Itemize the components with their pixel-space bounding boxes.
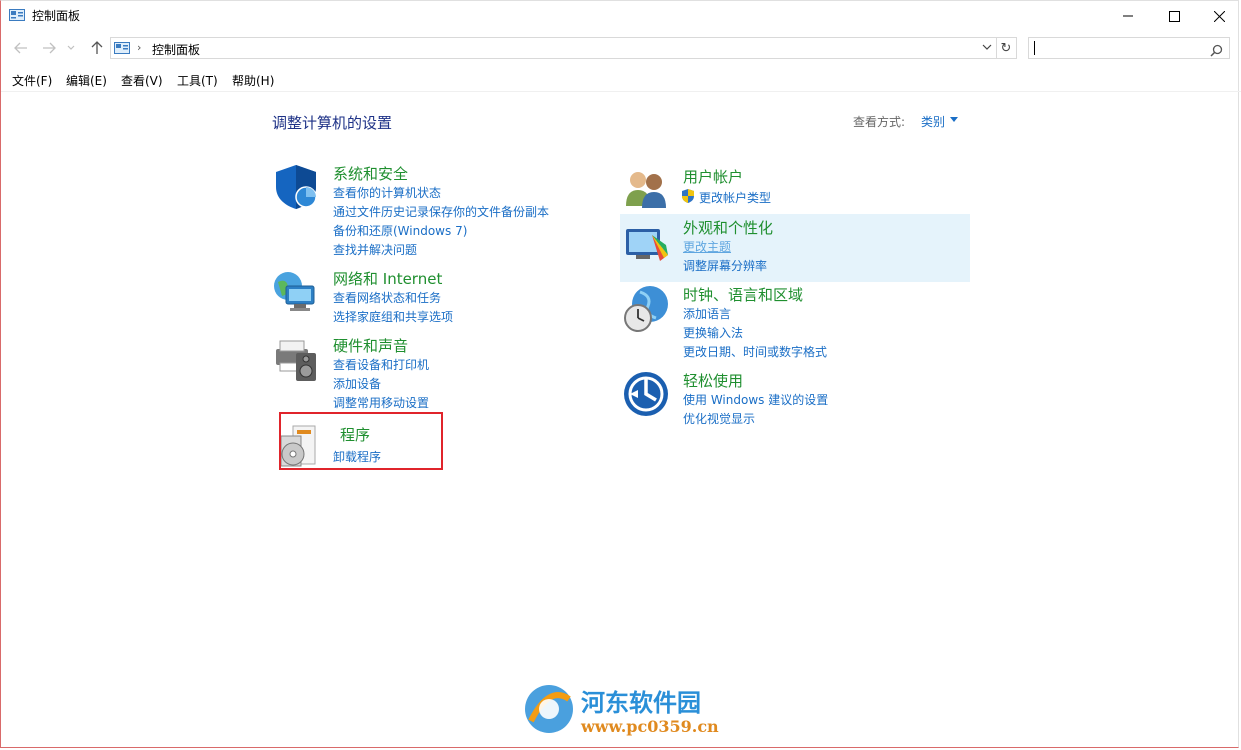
view-by-label: 查看方式: xyxy=(853,115,906,129)
chevron-down-icon xyxy=(67,45,75,50)
text-cursor xyxy=(1034,41,1035,55)
menu-view[interactable]: 查看(V) xyxy=(121,72,163,89)
watermark-name: 河东软件园 xyxy=(581,688,701,717)
maximize-button[interactable] xyxy=(1151,1,1197,31)
link-add-device[interactable]: 添加设备 xyxy=(333,375,381,392)
clock-globe-icon[interactable] xyxy=(622,284,670,332)
link-change-theme[interactable]: 更改主题 xyxy=(683,238,731,255)
watermark-logo xyxy=(525,685,573,733)
back-button[interactable] xyxy=(11,39,31,57)
view-by-dropdown-arrow-icon[interactable] xyxy=(950,117,958,122)
close-icon xyxy=(1213,10,1225,22)
link-troubleshoot[interactable]: 查找并解决问题 xyxy=(333,241,417,258)
link-optimize-visual-display[interactable]: 优化视觉显示 xyxy=(683,410,755,427)
site-watermark: 河东软件园 www.pc0359.cn xyxy=(521,681,741,741)
link-file-history[interactable]: 通过文件历史记录保存你的文件备份副本 xyxy=(333,203,549,220)
forward-button[interactable] xyxy=(39,39,59,57)
title-bar: 控制面板 xyxy=(1,1,1241,31)
link-screen-resolution[interactable]: 调整屏幕分辨率 xyxy=(683,257,767,274)
control-panel-app-icon xyxy=(9,8,25,27)
network-globe-icon[interactable] xyxy=(272,268,320,316)
appearance-monitor-icon[interactable] xyxy=(622,225,670,273)
link-add-language[interactable]: 添加语言 xyxy=(683,305,731,322)
page-title: 调整计算机的设置 xyxy=(272,114,393,132)
maximize-icon xyxy=(1168,10,1180,22)
link-date-time-format[interactable]: 更改日期、时间或数字格式 xyxy=(683,343,827,360)
menu-edit[interactable]: 编辑(E) xyxy=(66,72,107,89)
address-dropdown-icon[interactable] xyxy=(982,41,992,54)
link-mobility-settings[interactable]: 调整常用移动设置 xyxy=(333,394,429,411)
recent-locations-button[interactable] xyxy=(64,39,78,57)
address-bar[interactable]: › 控制面板 xyxy=(110,37,997,59)
refresh-button[interactable]: ↻ xyxy=(996,37,1017,59)
breadcrumb-separator-icon[interactable]: › xyxy=(137,41,141,54)
minimize-icon xyxy=(1123,15,1133,17)
menu-help[interactable]: 帮助(H) xyxy=(232,72,274,89)
category-title[interactable]: 硬件和声音 xyxy=(333,335,408,356)
breadcrumb-control-panel[interactable]: 控制面板 xyxy=(152,41,200,58)
control-panel-small-icon xyxy=(114,41,130,60)
shield-icon[interactable] xyxy=(272,163,320,211)
up-button[interactable] xyxy=(87,39,107,57)
window-title: 控制面板 xyxy=(32,9,81,23)
refresh-icon: ↻ xyxy=(1000,40,1012,56)
menu-file[interactable]: 文件(F) xyxy=(12,72,52,89)
link-check-computer-status[interactable]: 查看你的计算机状态 xyxy=(333,184,441,201)
control-panel-window: 控制面板 › 控制面板 ↻ 文件(F) 编辑(E) 查看(V) 工具(T) 帮助… xyxy=(0,0,1241,748)
search-icon[interactable] xyxy=(1210,42,1223,61)
link-devices-printers[interactable]: 查看设备和打印机 xyxy=(333,356,429,373)
link-homegroup-sharing[interactable]: 选择家庭组和共享选项 xyxy=(333,308,453,325)
view-by-dropdown[interactable]: 类别 xyxy=(921,113,945,130)
users-icon[interactable] xyxy=(622,166,670,214)
forward-arrow-icon xyxy=(43,42,56,54)
close-button[interactable] xyxy=(1196,1,1241,31)
link-network-status[interactable]: 查看网络状态和任务 xyxy=(333,289,441,306)
menu-tools[interactable]: 工具(T) xyxy=(177,72,218,89)
link-change-input-method[interactable]: 更换输入法 xyxy=(683,324,743,341)
link-change-account-type[interactable]: 更改帐户类型 xyxy=(699,189,771,206)
category-title[interactable]: 时钟、语言和区域 xyxy=(683,284,803,305)
minimize-button[interactable] xyxy=(1105,1,1151,31)
uac-shield-icon xyxy=(682,189,694,206)
link-backup-restore[interactable]: 备份和还原(Windows 7) xyxy=(333,222,467,239)
category-title[interactable]: 用户帐户 xyxy=(683,166,743,187)
search-input[interactable] xyxy=(1033,40,1203,56)
menu-bar: 文件(F) 编辑(E) 查看(V) 工具(T) 帮助(H) xyxy=(1,69,1241,92)
back-arrow-icon xyxy=(14,42,27,54)
watermark-url: www.pc0359.cn xyxy=(581,717,719,736)
ease-of-access-icon[interactable] xyxy=(622,370,670,418)
printer-speaker-icon[interactable] xyxy=(272,335,320,383)
link-recommended-settings[interactable]: 使用 Windows 建议的设置 xyxy=(683,391,828,408)
category-title[interactable]: 轻松使用 xyxy=(683,370,743,391)
category-title[interactable]: 系统和安全 xyxy=(333,163,408,184)
up-arrow-icon xyxy=(91,41,103,54)
category-title[interactable]: 网络和 Internet xyxy=(333,268,442,289)
hover-highlight xyxy=(620,214,970,282)
annotation-highlight-box xyxy=(279,412,443,470)
search-box[interactable] xyxy=(1028,37,1230,59)
category-title[interactable]: 外观和个性化 xyxy=(683,217,773,238)
